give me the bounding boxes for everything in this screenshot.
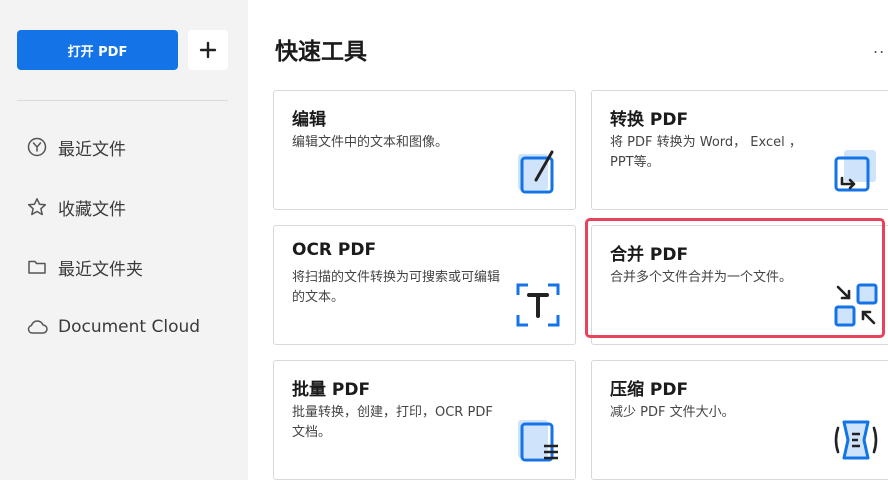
card-title: 合并 PDF [610, 245, 689, 265]
sidebar-item-favorites[interactable]: 收藏文件 [26, 195, 126, 220]
open-pdf-button[interactable]: 打开 PDF [17, 30, 178, 70]
card-description: 合并多个文件合并为一个文件。 [610, 270, 793, 285]
merge-icon [832, 281, 880, 329]
tool-card-compress[interactable]: 压缩 PDF 减少 PDF 文件大小。 [591, 360, 888, 480]
card-description: 将扫描的文件转换为可搜索或可编辑的文本。 [292, 270, 501, 305]
card-title: 转换 PDF [610, 110, 689, 130]
edit-icon [514, 146, 562, 194]
convert-icon [832, 146, 880, 194]
clock-icon [26, 136, 48, 158]
sidebar-divider [17, 100, 228, 101]
tool-card-edit[interactable]: 编辑 编辑文件中的文本和图像。 [273, 90, 576, 210]
more-options-icon[interactable]: .. [873, 38, 885, 57]
page-title: 快速工具 [275, 39, 367, 65]
sidebar-item-label: 收藏文件 [58, 199, 126, 220]
card-title: 压缩 PDF [610, 380, 689, 400]
cloud-icon [26, 316, 48, 338]
ocr-icon [514, 281, 562, 329]
folder-icon [26, 256, 48, 278]
card-description: 将 PDF 转换为 Word， Excel ，PPT等。 [610, 135, 802, 170]
add-button[interactable] [188, 30, 228, 70]
sidebar-item-label: 最近文件夹 [58, 259, 143, 280]
sidebar-item-label: Document Cloud [58, 317, 201, 337]
sidebar-item-recent-folders[interactable]: 最近文件夹 [26, 255, 143, 280]
card-description: 减少 PDF 文件大小。 [610, 405, 735, 420]
sidebar-item-recent-files[interactable]: 最近文件 [26, 135, 126, 160]
batch-icon [514, 416, 562, 464]
tool-card-convert[interactable]: 转换 PDF 将 PDF 转换为 Word， Excel ，PPT等。 [591, 90, 888, 210]
tool-card-ocr[interactable]: OCR PDF 将扫描的文件转换为可搜索或可编辑的文本。 [273, 225, 576, 345]
plus-icon [199, 41, 217, 59]
compress-icon [832, 416, 880, 464]
star-icon [26, 196, 48, 218]
card-title: OCR PDF [292, 240, 377, 260]
tool-card-merge[interactable]: 合并 PDF 合并多个文件合并为一个文件。 [591, 225, 888, 345]
sidebar: 打开 PDF 最近文件 收藏文件 最近文件夹 Document Cloud [0, 0, 248, 480]
tool-card-batch[interactable]: 批量 PDF 批量转换，创建，打印，OCR PDF 文档。 [273, 360, 576, 480]
card-title: 编辑 [292, 110, 326, 130]
card-description: 批量转换，创建，打印，OCR PDF 文档。 [292, 405, 493, 440]
sidebar-item-document-cloud[interactable]: Document Cloud [26, 315, 200, 339]
sidebar-item-label: 最近文件 [58, 139, 126, 160]
card-title: 批量 PDF [292, 380, 371, 400]
card-description: 编辑文件中的文本和图像。 [292, 135, 449, 150]
